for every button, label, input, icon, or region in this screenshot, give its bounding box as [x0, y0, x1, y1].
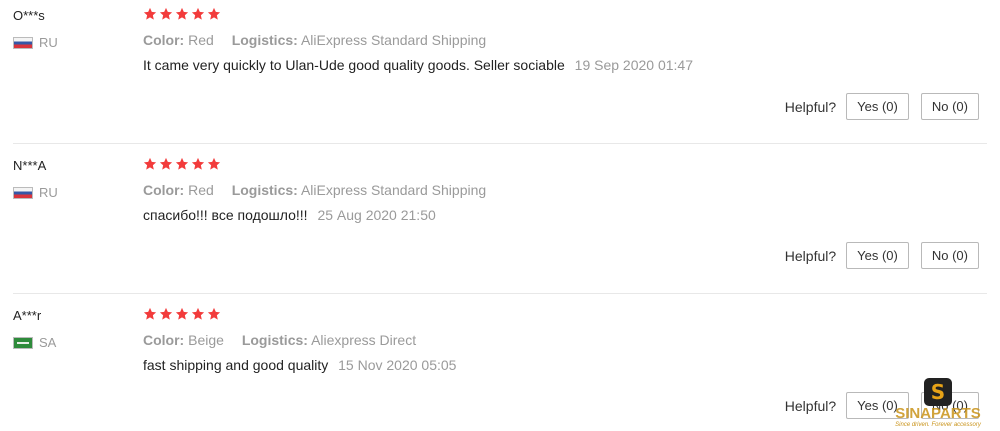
star-icon — [191, 7, 205, 20]
helpful-no-button[interactable]: No (0) — [920, 242, 979, 269]
star-icon — [191, 157, 205, 170]
reviewer-name: A***r — [13, 308, 42, 323]
reviewer-name: O***s — [13, 8, 45, 23]
review-item: A***r SA Color: Beige Logistics: Aliexpr… — [0, 300, 1000, 431]
helpful-controls: Helpful? Yes (0) No (0) — [785, 93, 979, 120]
star-icon — [159, 157, 173, 170]
star-icon — [175, 307, 189, 320]
color-value: Beige — [188, 332, 224, 348]
helpful-yes-button[interactable]: Yes (0) — [846, 93, 909, 120]
review-item: N***A RU Color: Red Logistics: AliExpres… — [0, 150, 1000, 293]
review-body: It came very quickly to Ulan-Ude good qu… — [143, 57, 565, 73]
color-value: Red — [188, 32, 214, 48]
reviewer-country: RU — [13, 35, 58, 50]
review-body: спасибо!!! все подошло!!! — [143, 207, 308, 223]
helpful-label: Helpful? — [784, 98, 837, 115]
country-code: SA — [39, 335, 57, 350]
review-text: спасибо!!! все подошло!!! 25 Aug 2020 21… — [143, 207, 436, 223]
star-icon — [159, 7, 173, 20]
country-code: RU — [39, 185, 58, 200]
helpful-controls: Helpful? Yes (0) No (0) — [785, 242, 979, 269]
divider — [13, 293, 987, 294]
country-code: RU — [39, 35, 58, 50]
star-icon — [175, 157, 189, 170]
star-icon — [159, 307, 173, 320]
watermark-name: SINAPARTS — [895, 405, 981, 422]
review-text: It came very quickly to Ulan-Ude good qu… — [143, 57, 693, 73]
review-text: fast shipping and good quality 15 Nov 20… — [143, 357, 456, 373]
logistics-value: AliExpress Standard Shipping — [300, 182, 487, 198]
color-value: Red — [188, 182, 214, 198]
star-icon — [207, 7, 221, 20]
flag-ru-icon — [13, 36, 33, 49]
color-label: Color: — [143, 182, 185, 198]
review-body: fast shipping and good quality — [143, 357, 329, 373]
star-icon — [143, 307, 157, 320]
star-rating — [143, 157, 221, 171]
star-icon — [143, 7, 157, 20]
reviewer-name: N***A — [13, 158, 47, 173]
flag-sa-icon — [13, 336, 33, 349]
watermark-tagline: Since driven. Forever accessory — [895, 422, 981, 428]
divider — [13, 143, 987, 144]
logistics-label: Logistics: — [231, 32, 298, 48]
logistics-label: Logistics: — [231, 182, 298, 198]
star-icon — [207, 157, 221, 170]
helpful-label: Helpful? — [784, 397, 837, 414]
color-label: Color: — [143, 332, 185, 348]
review-date: 19 Sep 2020 01:47 — [574, 57, 694, 73]
color-label: Color: — [143, 32, 185, 48]
reviewer-country: SA — [13, 335, 56, 350]
review-attributes: Color: Red Logistics: AliExpress Standar… — [143, 182, 486, 198]
review-date: 25 Aug 2020 21:50 — [317, 207, 436, 223]
review-attributes: Color: Red Logistics: AliExpress Standar… — [143, 32, 486, 48]
review-attributes: Color: Beige Logistics: Aliexpress Direc… — [143, 332, 416, 348]
star-icon — [143, 157, 157, 170]
logistics-value: Aliexpress Direct — [311, 332, 417, 348]
sinaparts-watermark: S SINAPARTS Since driven. Forever access… — [888, 378, 988, 429]
star-rating — [143, 7, 221, 21]
star-icon — [207, 307, 221, 320]
logistics-value: AliExpress Standard Shipping — [300, 32, 487, 48]
star-icon — [191, 307, 205, 320]
sinaparts-logo-icon: S — [924, 378, 952, 406]
helpful-no-button[interactable]: No (0) — [920, 93, 979, 120]
star-icon — [175, 7, 189, 20]
reviewer-country: RU — [13, 185, 58, 200]
review-item: O***s RU Color: Red Logistics: AliExpres… — [0, 0, 1000, 143]
helpful-label: Helpful? — [784, 247, 837, 264]
helpful-yes-button[interactable]: Yes (0) — [846, 242, 909, 269]
star-rating — [143, 307, 221, 321]
flag-ru-icon — [13, 186, 33, 199]
review-date: 15 Nov 2020 05:05 — [338, 357, 457, 373]
logistics-label: Logistics: — [241, 332, 308, 348]
